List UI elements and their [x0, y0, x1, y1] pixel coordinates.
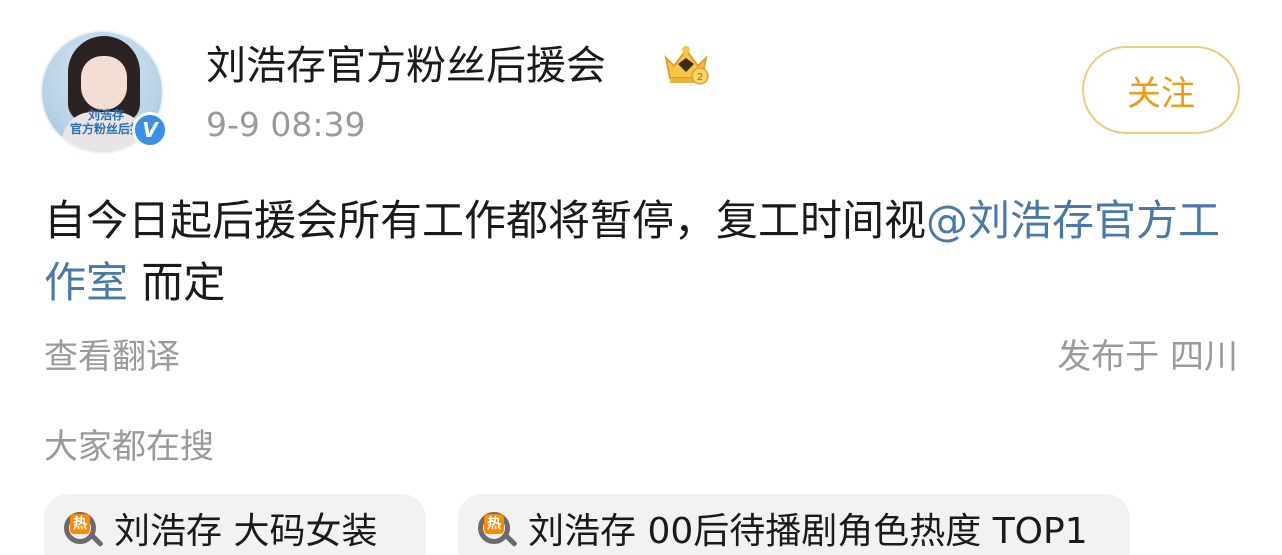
avatar-face	[81, 56, 127, 110]
svg-text:2: 2	[697, 72, 703, 83]
trending-chip-label: 刘浩存 大码女装	[114, 511, 378, 552]
search-hot-icon: 热	[476, 508, 518, 552]
trending-chip[interactable]: 热 刘浩存 00后待播剧角色热度 TOP1	[458, 494, 1130, 555]
view-translation-link[interactable]: 查看翻译	[44, 334, 180, 380]
post-location: 发布于 四川	[1057, 337, 1238, 377]
trending-chip-label: 刘浩存 00后待播剧角色热度 TOP1	[528, 511, 1088, 552]
weibo-post: 刘浩存 官方粉丝后援 V 刘浩存官方粉丝后援会 2 9-9 08:39 关注 自…	[0, 0, 1282, 555]
post-body: 自今日起后援会所有工作都将暂停，复工时间视@刘浩存官方工作室 而定	[44, 190, 1254, 314]
trending-chip[interactable]: 热 刘浩存 大码女装	[44, 494, 426, 555]
crown-icon: 2	[664, 46, 709, 85]
post-text-main: 自今日起后援会所有工作都将暂停，复工时间视	[44, 196, 927, 245]
post-timestamp: 9-9 08:39	[206, 105, 366, 144]
username[interactable]: 刘浩存官方粉丝后援会	[206, 40, 606, 92]
follow-button[interactable]: 关注	[1082, 46, 1240, 134]
post-text-tail: 而定	[128, 258, 226, 307]
verified-icon: V	[132, 112, 168, 148]
trending-heading: 大家都在搜	[44, 427, 214, 467]
search-hot-icon: 热	[62, 508, 104, 552]
